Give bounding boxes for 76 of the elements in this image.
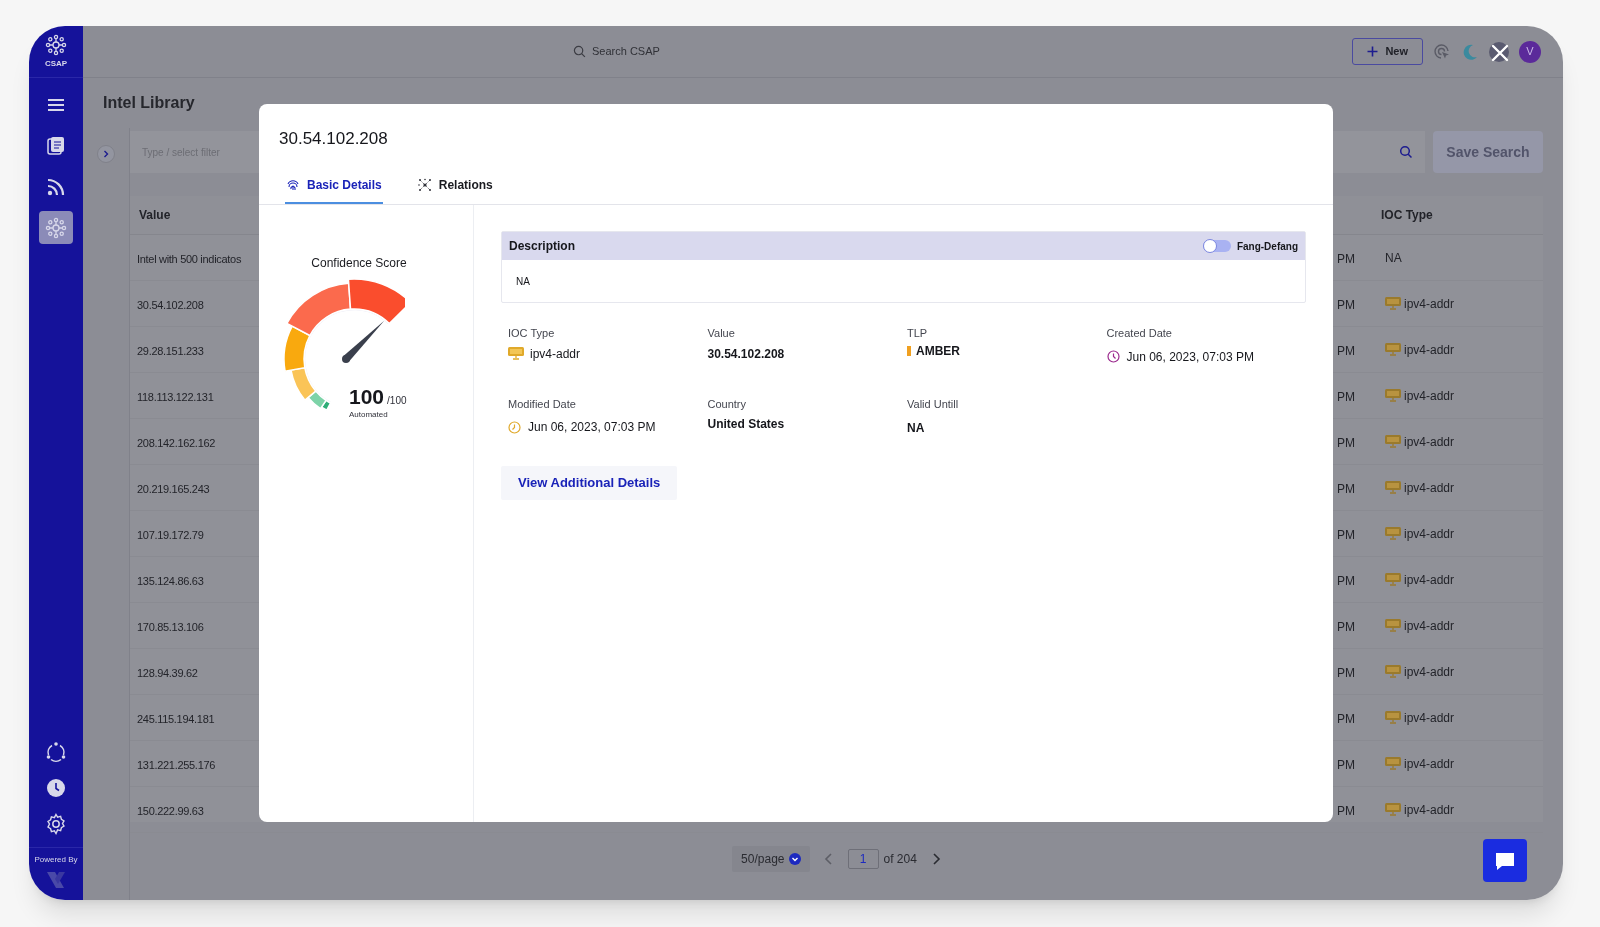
save-search-button[interactable]: Save Search — [1433, 131, 1543, 173]
table-cell: 20.219.165.243 — [137, 482, 210, 495]
table-cell-text: ipv4-addr — [1404, 663, 1455, 681]
table-cell: PM — [1337, 343, 1355, 358]
table-cell: 107.19.172.79 — [137, 528, 204, 541]
table-cell: 118.113.122.131 — [137, 390, 214, 403]
field-value: Jun 06, 2023, 07:03 PM — [1126, 348, 1254, 366]
gauge-title: Confidence Score — [311, 255, 407, 272]
panel-title: Description — [509, 238, 575, 255]
table-cell: PM — [1337, 527, 1355, 542]
table-cell: 170.85.13.106 — [137, 620, 204, 633]
table-cell: PM — [1337, 619, 1355, 634]
table-cell-text: ipv4-addr — [1404, 755, 1455, 773]
table-cell: 150.222.99.63 — [137, 804, 204, 817]
table-cell: PM — [1337, 573, 1355, 588]
tab[interactable]: Basic Details — [285, 174, 383, 204]
page-size-select[interactable]: 50/page — [732, 846, 810, 872]
field-value: United States — [707, 416, 785, 433]
column-header: Value — [138, 207, 172, 224]
field-label: Valid Untill — [907, 396, 960, 412]
score-method: Automated — [349, 409, 388, 421]
dialog-title: 30.54.102.208 — [278, 128, 389, 150]
table-cell: 128.94.39.62 — [137, 666, 198, 679]
field-value: NA — [907, 420, 925, 437]
table-cell-text: NA — [1385, 249, 1402, 267]
view-details-button[interactable]: View Additional Details — [501, 466, 678, 500]
field-value: ipv4-addr — [530, 345, 581, 363]
table-cell: PM — [1337, 481, 1355, 496]
field-value: 30.54.102.208 — [707, 345, 785, 363]
field-label: Modified Date — [508, 396, 577, 412]
table-cell-text: ipv4-addr — [1404, 387, 1455, 405]
score-max: /100 — [387, 394, 407, 408]
table-cell: 30.54.102.208 — [137, 298, 204, 311]
search-field[interactable]: Search CSAP — [573, 43, 660, 60]
table-cell: 208.142.162.162 — [137, 436, 216, 449]
table-cell-text: ipv4-addr — [1404, 433, 1455, 451]
table-cell: 135.124.86.63 — [137, 574, 204, 587]
field-label: Country — [707, 396, 748, 412]
score-value: 100 — [349, 384, 385, 410]
table-cell-text: ipv4-addr — [1404, 617, 1455, 635]
table-cell-text: ipv4-addr — [1404, 479, 1455, 497]
table-cell-text: ipv4-addr — [1404, 709, 1455, 727]
table-cell: 245.115.194.181 — [137, 712, 215, 725]
page-number-field[interactable]: 1 — [847, 849, 879, 869]
powered-by-text: Powered By — [34, 854, 78, 866]
table-cell: PM — [1337, 435, 1355, 450]
field-label: Created Date — [1106, 326, 1173, 341]
tab[interactable]: Relations — [416, 174, 494, 204]
field-value: Jun 06, 2023, 07:03 PM — [528, 419, 656, 436]
table-cell: Intel with 500 indicatos — [137, 252, 242, 265]
table-cell-text: ipv4-addr — [1404, 571, 1455, 589]
new-button[interactable]: New — [1352, 38, 1423, 65]
user-avatar[interactable]: V — [1519, 40, 1541, 63]
field-label: Value — [707, 326, 736, 341]
table-cell-text: ipv4-addr — [1404, 295, 1455, 313]
table-cell-text: ipv4-addr — [1404, 525, 1455, 543]
table-cell-text: ipv4-addr — [1404, 801, 1455, 819]
page-total-text: of 204 — [883, 851, 917, 868]
table-cell: PM — [1337, 665, 1355, 680]
table-cell: PM — [1337, 757, 1355, 772]
field-label: IOC Type — [508, 326, 556, 341]
table-cell: PM — [1337, 803, 1355, 818]
table-cell: PM — [1337, 251, 1355, 266]
table-cell: 29.28.151.233 — [137, 344, 204, 357]
table-cell: PM — [1337, 711, 1355, 726]
table-cell-text: ipv4-addr — [1404, 341, 1455, 359]
field-label: TLP — [907, 326, 929, 341]
column-header: IOC Type — [1381, 207, 1433, 224]
field-value: AMBER — [916, 342, 960, 360]
toggle-label: Fang-Defang — [1236, 239, 1298, 254]
table-cell: PM — [1337, 389, 1355, 404]
logo-text: CSAP — [44, 57, 68, 70]
table-cell: PM — [1337, 297, 1355, 312]
table-cell: 131.221.255.176 — [137, 758, 216, 771]
page-title: Intel Library — [103, 93, 195, 113]
description-text: NA — [516, 274, 530, 289]
